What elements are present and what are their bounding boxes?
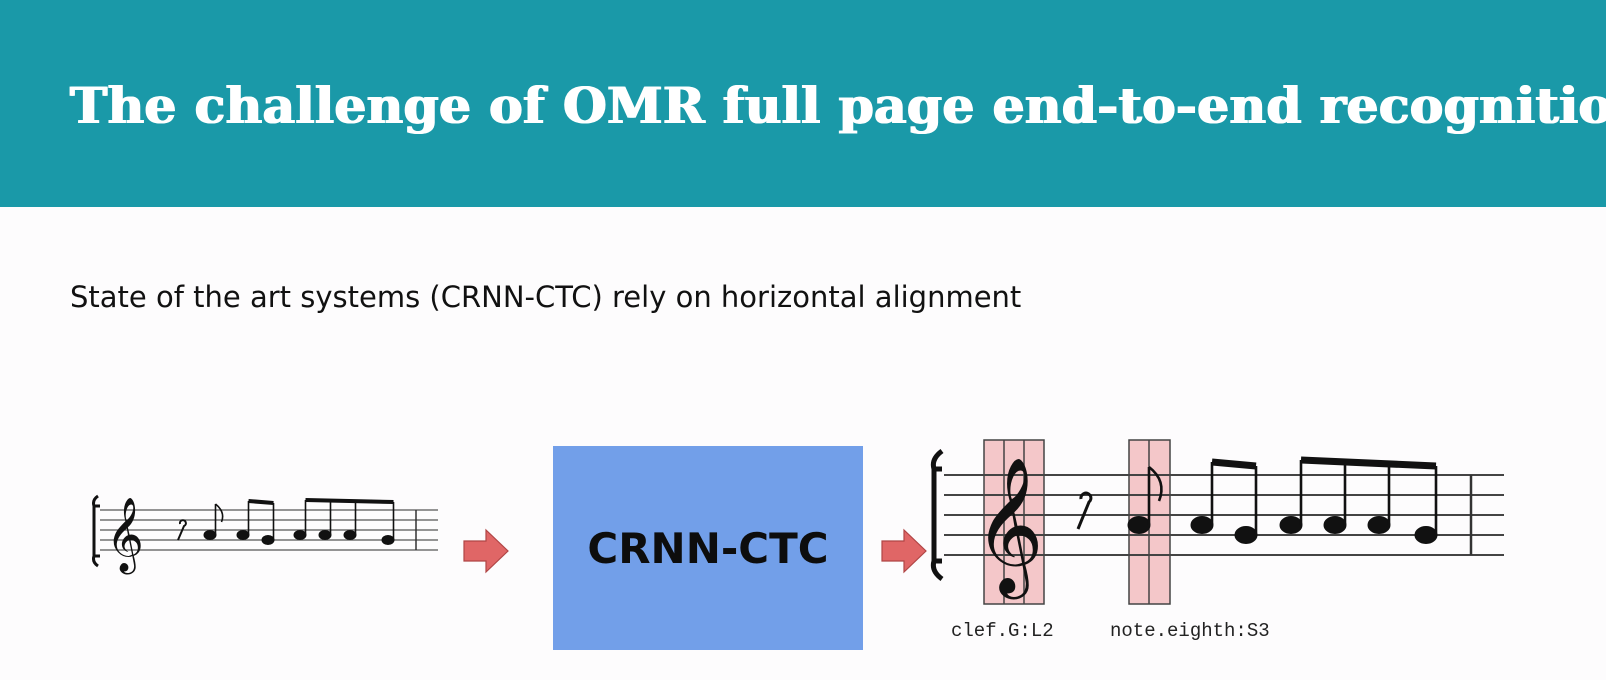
bracket-glyph — [92, 494, 100, 568]
bracket-glyph — [930, 448, 944, 582]
title-banner: The challenge of OMR full page end-to-en… — [0, 0, 1606, 207]
model-label: CRNN-CTC — [587, 523, 829, 573]
output-token-note: note.eighth:S3 — [1110, 620, 1270, 642]
output-staff-image: 𝄞 — [930, 439, 1504, 605]
eighth-rest-glyph — [1076, 491, 1093, 530]
note-glyphs — [1127, 456, 1438, 544]
input-staff-image: 𝄞 — [92, 494, 438, 575]
output-token-clef: clef.G:L2 — [951, 620, 1054, 642]
slide-title: The challenge of OMR full page end-to-en… — [70, 76, 1606, 135]
crnn-ctc-model-box: CRNN-CTC — [553, 446, 863, 650]
treble-clef-glyph: 𝄞 — [106, 498, 144, 575]
right-arrow-icon — [463, 528, 509, 574]
right-arrow-icon — [881, 528, 927, 574]
treble-clef-glyph: 𝄞 — [974, 455, 1044, 599]
slide-subtitle: State of the art systems (CRNN-CTC) rely… — [70, 280, 1022, 314]
note-glyphs — [203, 498, 395, 545]
